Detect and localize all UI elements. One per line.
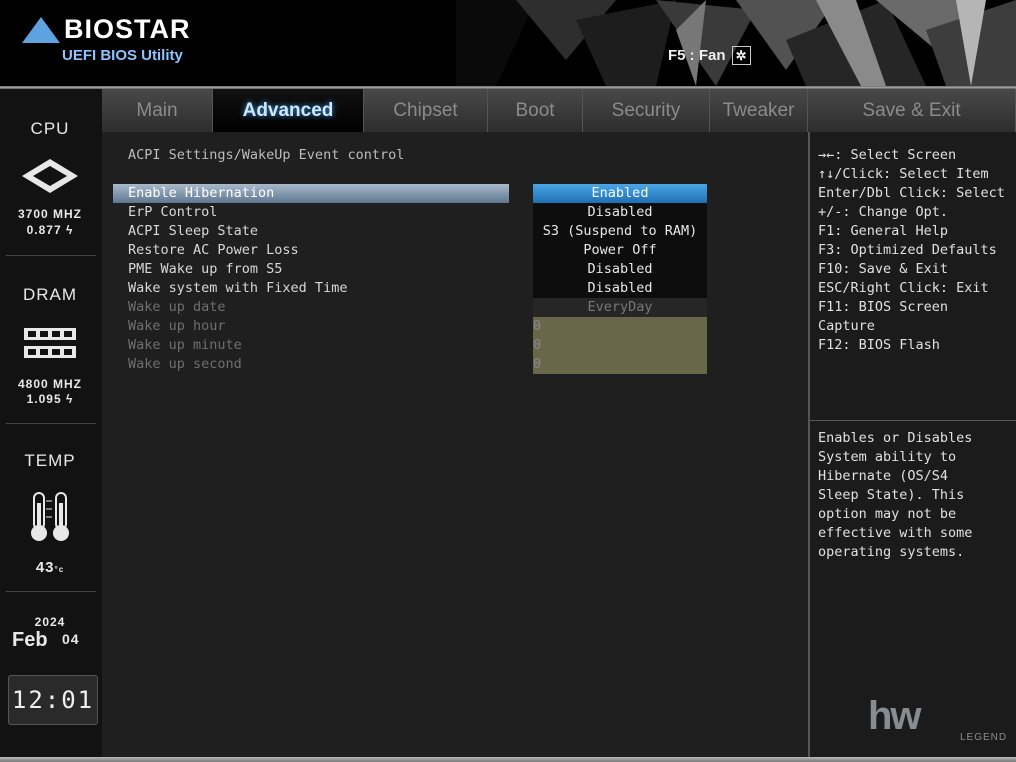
- tab-save-exit[interactable]: Save & Exit: [808, 89, 1016, 132]
- decorative-shards-graphic: [456, 0, 1016, 86]
- setting-label-wake-up-second: Wake up second: [128, 356, 242, 372]
- voltage-bolt-icon: ϟ: [66, 223, 74, 237]
- fan-shortcut[interactable]: F5 : Fan ✲: [668, 46, 751, 65]
- cpu-voltage: 0.877 ϟ: [26, 223, 74, 237]
- temperature-value: 43°c: [35, 559, 65, 576]
- help-key-general-help: F1: General Help: [818, 223, 949, 239]
- page-title: ACPI Settings/WakeUp Event control: [128, 147, 405, 163]
- dram-module-icon: [24, 328, 76, 358]
- setting-label-wake-up-hour: Wake up hour: [128, 318, 226, 334]
- help-key-bios-flash: F12: BIOS Flash: [818, 337, 940, 353]
- cpu-frequency: 3700 MHZ: [17, 207, 83, 221]
- setting-label-wake-fixed-time[interactable]: Wake system with Fixed Time: [128, 279, 347, 298]
- tab-security[interactable]: Security: [583, 89, 710, 132]
- brand-name: BIOSTAR: [64, 14, 191, 44]
- cpu-chip-icon: [22, 159, 78, 193]
- tab-chipset[interactable]: Chipset: [364, 89, 488, 132]
- tab-main[interactable]: Main: [102, 89, 213, 132]
- wake-up-minute-field: 0: [533, 336, 707, 355]
- help-key-exit: ESC/Right Click: Exit: [818, 280, 989, 296]
- dram-frequency: 4800 MHZ: [17, 377, 83, 391]
- tab-boot[interactable]: Boot: [488, 89, 583, 132]
- help-description-line: Sleep State). This: [818, 487, 965, 503]
- sidebar-separator: [6, 255, 96, 256]
- dram-title: DRAM: [22, 285, 78, 304]
- help-key-change-opt: +/-: Change Opt.: [818, 204, 949, 220]
- biostar-logo-icon: [22, 16, 60, 43]
- help-description-line: Enables or Disables: [818, 430, 973, 446]
- pme-wake-up-value[interactable]: Disabled: [533, 260, 707, 279]
- temp-title: TEMP: [24, 451, 76, 470]
- date-month: Feb: [12, 629, 48, 651]
- date-day: 04: [62, 631, 80, 647]
- help-separator: [810, 420, 1016, 421]
- wake-up-date-value: EveryDay: [533, 298, 707, 317]
- date-year: 2024: [34, 615, 66, 629]
- help-description-line: System ability to: [818, 449, 957, 465]
- bottom-border: [0, 757, 1016, 762]
- voltage-bolt-icon: ϟ: [66, 392, 74, 406]
- setting-label-acpi-sleep-state[interactable]: ACPI Sleep State: [128, 222, 258, 241]
- thermometer-icon: [31, 492, 69, 541]
- help-key-optimized-defaults: F3: Optimized Defaults: [818, 242, 997, 258]
- sidebar-separator: [6, 423, 96, 424]
- wake-up-hour-field: 0: [533, 317, 707, 336]
- setting-label-wake-up-date: Wake up date: [128, 299, 226, 315]
- tab-bar: Main Advanced Chipset Boot Security Twea…: [102, 89, 1016, 132]
- fan-shortcut-label: F5 : Fan: [668, 47, 726, 64]
- erp-control-value[interactable]: Disabled: [533, 203, 707, 222]
- bios-subtitle: UEFI BIOS Utility: [62, 47, 183, 64]
- help-key-save-exit: F10: Save & Exit: [818, 261, 949, 277]
- enable-hibernation-value[interactable]: Enabled: [533, 184, 707, 203]
- acpi-sleep-state-value[interactable]: S3 (Suspend to RAM): [533, 222, 707, 241]
- help-description-line: option may not be: [818, 506, 957, 522]
- sidebar-separator: [6, 591, 96, 592]
- header-banner: BIOSTAR UEFI BIOS Utility F5 : Fan ✲: [0, 0, 1016, 86]
- watermark-mark: hw: [868, 694, 922, 738]
- restore-ac-power-loss-value[interactable]: Power Off: [533, 241, 707, 260]
- help-description-line: effective with some: [818, 525, 973, 541]
- fan-icon[interactable]: ✲: [731, 46, 751, 65]
- setting-label-enable-hibernation[interactable]: Enable Hibernation: [128, 184, 274, 203]
- setting-label-wake-up-minute: Wake up minute: [128, 337, 242, 353]
- help-key-select-item: ↑↓/Click: Select Item: [818, 166, 989, 182]
- dram-voltage: 1.095 ϟ: [26, 392, 74, 406]
- tab-advanced[interactable]: Advanced: [213, 89, 364, 132]
- setting-label-erp-control[interactable]: ErP Control: [128, 203, 217, 222]
- clock-display: 12:01: [8, 675, 98, 725]
- help-key-bios-screen: F11: BIOS Screen: [818, 299, 949, 315]
- wake-fixed-time-value[interactable]: Disabled: [533, 279, 707, 298]
- help-key-capture: Capture: [818, 318, 875, 334]
- wake-up-second-field: 0: [533, 355, 707, 374]
- help-description-line: Hibernate (OS/S4: [818, 468, 949, 484]
- help-description-line: operating systems.: [818, 544, 965, 560]
- tab-tweaker[interactable]: Tweaker: [710, 89, 808, 132]
- hardware-monitor-sidebar: CPU 3700 MHZ 0.877 ϟ DRAM 4800 MHZ 1.095…: [0, 89, 102, 757]
- help-key-select: Enter/Dbl Click: Select: [818, 185, 1005, 201]
- help-key-select-screen: →←: Select Screen: [818, 147, 957, 163]
- watermark-logo: hw LEGEND: [868, 694, 1006, 743]
- biostar-logo: BIOSTAR UEFI BIOS Utility: [22, 14, 191, 64]
- setting-label-restore-ac-power-loss[interactable]: Restore AC Power Loss: [128, 241, 299, 260]
- watermark-text: LEGEND: [960, 732, 1008, 743]
- setting-label-pme-wake-up[interactable]: PME Wake up from S5: [128, 260, 282, 279]
- cpu-title: CPU: [30, 119, 70, 138]
